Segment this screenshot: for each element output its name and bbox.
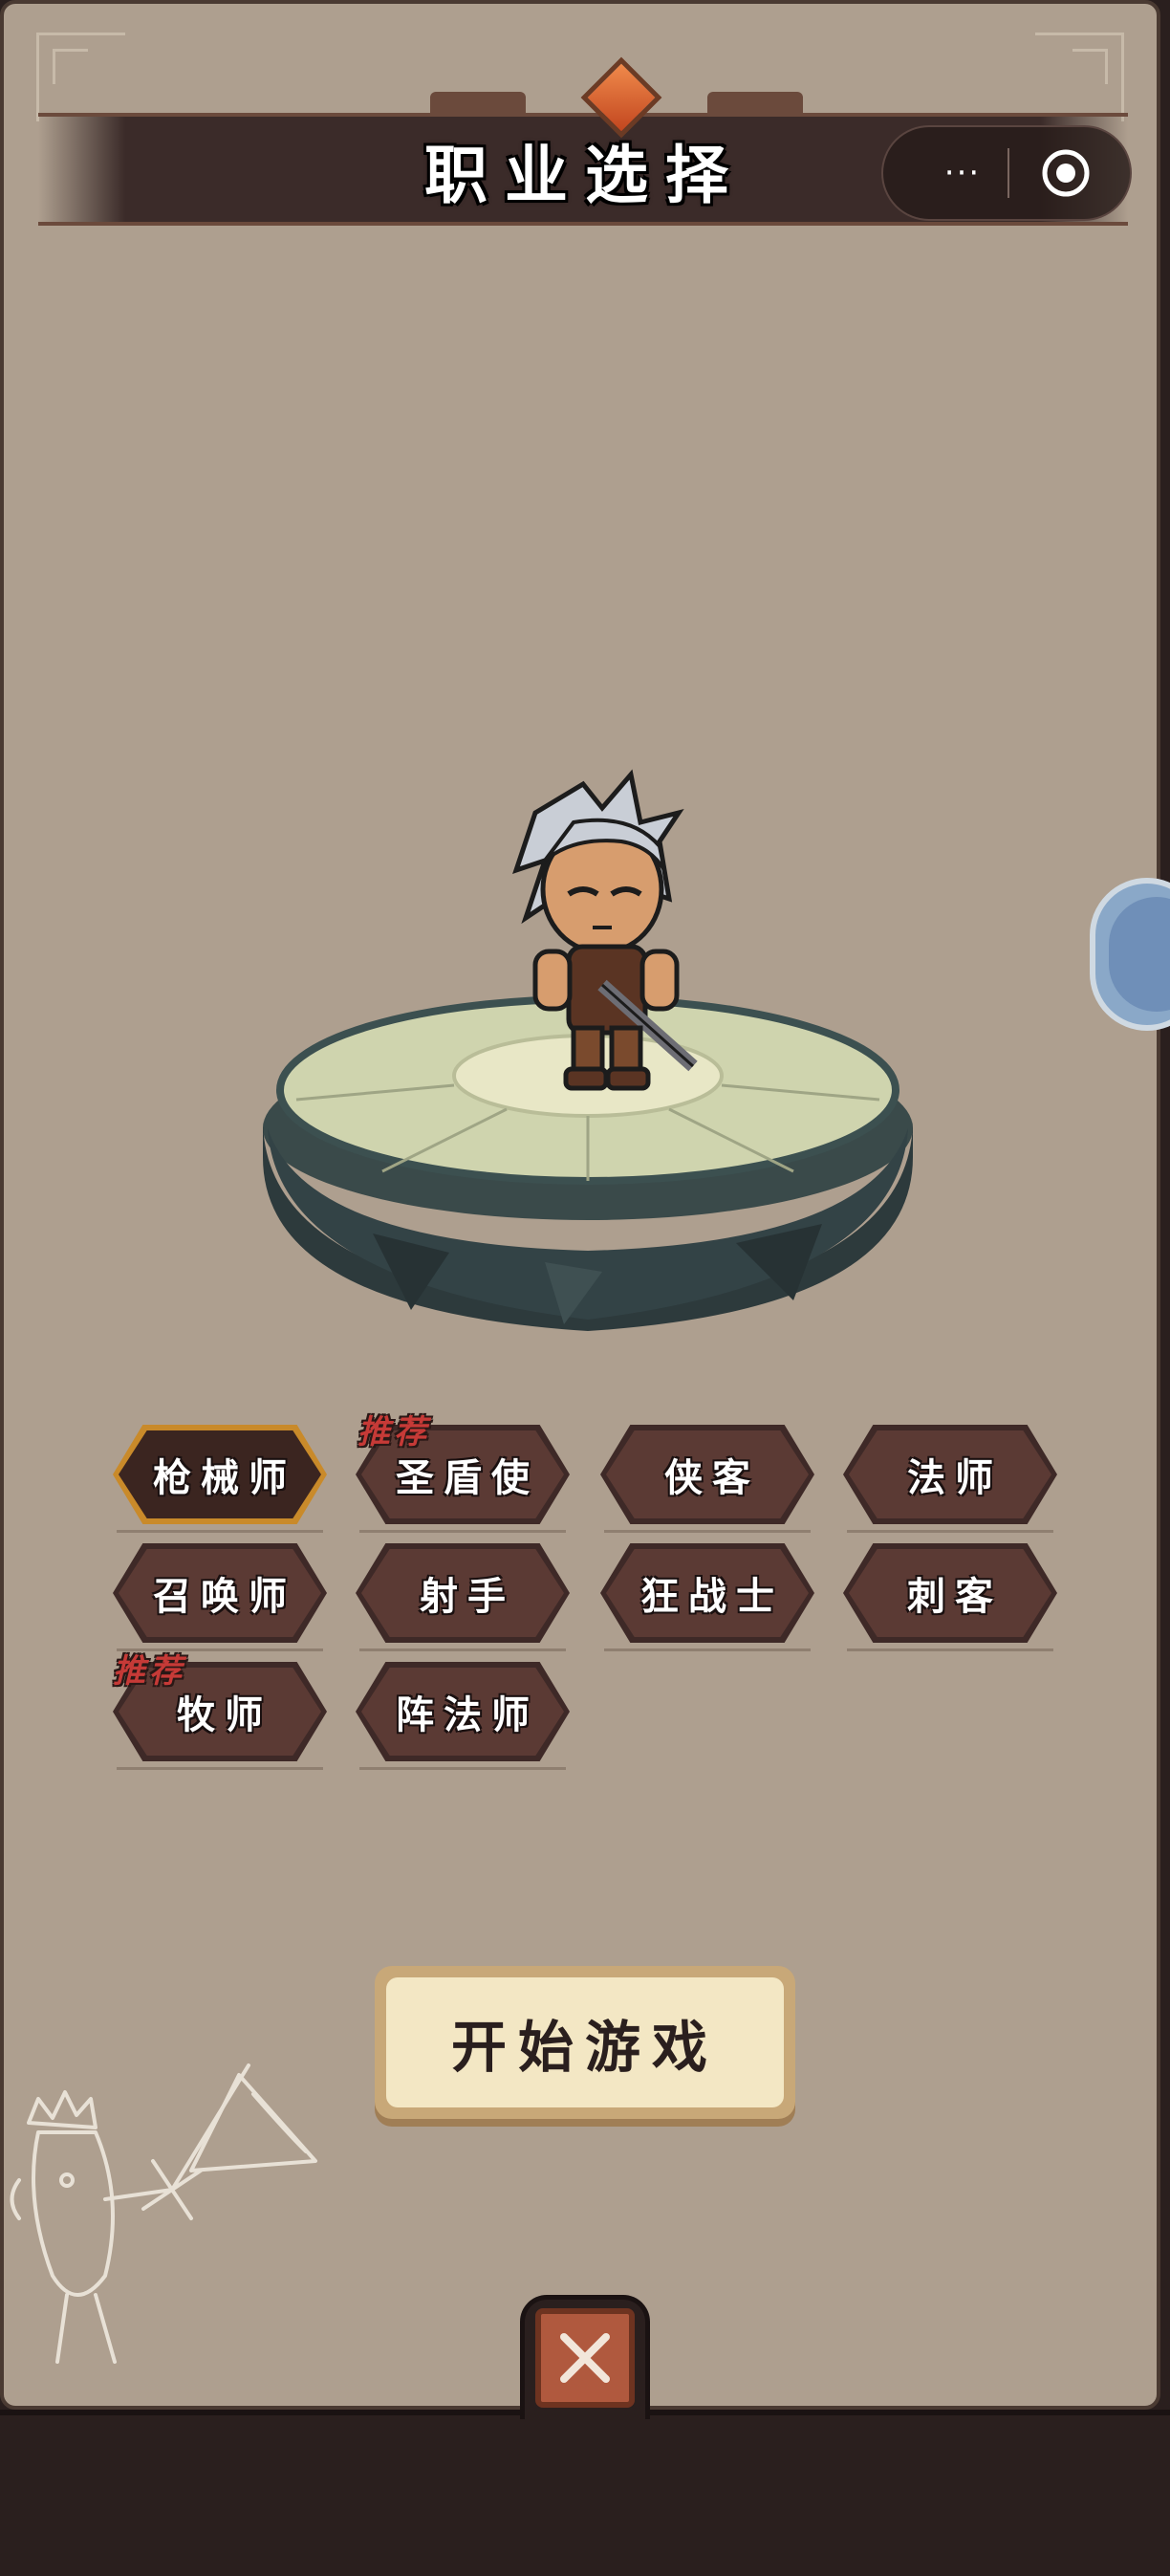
row-divider (359, 1767, 566, 1770)
class-label: 射手 (420, 1574, 515, 1619)
class-label: 法师 (907, 1455, 1003, 1500)
mini-program-capsule: ··· (881, 125, 1132, 221)
gunner-character (512, 769, 698, 1091)
close-icon (560, 2333, 610, 2383)
row-divider (847, 1530, 1053, 1533)
class-button-summoner[interactable]: 召唤师 (113, 1543, 327, 1643)
class-button-berserker[interactable]: 狂战士 (600, 1543, 814, 1643)
class-label: 召唤师 (153, 1574, 296, 1619)
start-game-label: 开始游戏 (450, 2015, 719, 2080)
class-label: 狂战士 (640, 1574, 784, 1619)
class-label: 牧师 (177, 1692, 272, 1737)
bottom-bar (0, 2410, 1170, 2576)
class-button-swordsman[interactable]: 侠客 (600, 1425, 814, 1524)
more-options-button[interactable]: ··· (920, 127, 1006, 219)
class-label: 枪械师 (153, 1455, 296, 1500)
class-label: 阵法师 (396, 1692, 539, 1737)
row-divider (117, 1530, 323, 1533)
class-label: 圣盾使 (396, 1455, 539, 1500)
row-divider (359, 1648, 566, 1651)
capsule-divider (1008, 148, 1009, 198)
class-button-gunner[interactable]: 枪械师 (113, 1425, 327, 1524)
close-target-icon[interactable] (1041, 148, 1091, 198)
floating-side-button[interactable] (1090, 878, 1170, 1031)
row-divider (117, 1767, 323, 1770)
carrot-knight-sketch (10, 2063, 317, 2364)
class-label: 刺客 (907, 1574, 1003, 1619)
class-button-assassin[interactable]: 刺客 (843, 1543, 1057, 1643)
class-label: 侠客 (664, 1455, 760, 1500)
class-button-archer[interactable]: 射手 (356, 1543, 570, 1643)
start-game-button[interactable]: 开始游戏 (375, 1966, 795, 2119)
row-divider (604, 1648, 811, 1651)
recommend-tag: 推荐 (113, 1652, 185, 1691)
close-button[interactable] (535, 2308, 635, 2408)
class-button-mage[interactable]: 法师 (843, 1425, 1057, 1524)
row-divider (359, 1530, 566, 1533)
corner-ornament-top-left (36, 33, 125, 121)
corner-ornament-top-right (1035, 33, 1124, 121)
class-button-formation-mage[interactable]: 阵法师 (356, 1662, 570, 1761)
row-divider (847, 1648, 1053, 1651)
row-divider (604, 1530, 811, 1533)
recommend-tag: 推荐 (358, 1413, 430, 1452)
